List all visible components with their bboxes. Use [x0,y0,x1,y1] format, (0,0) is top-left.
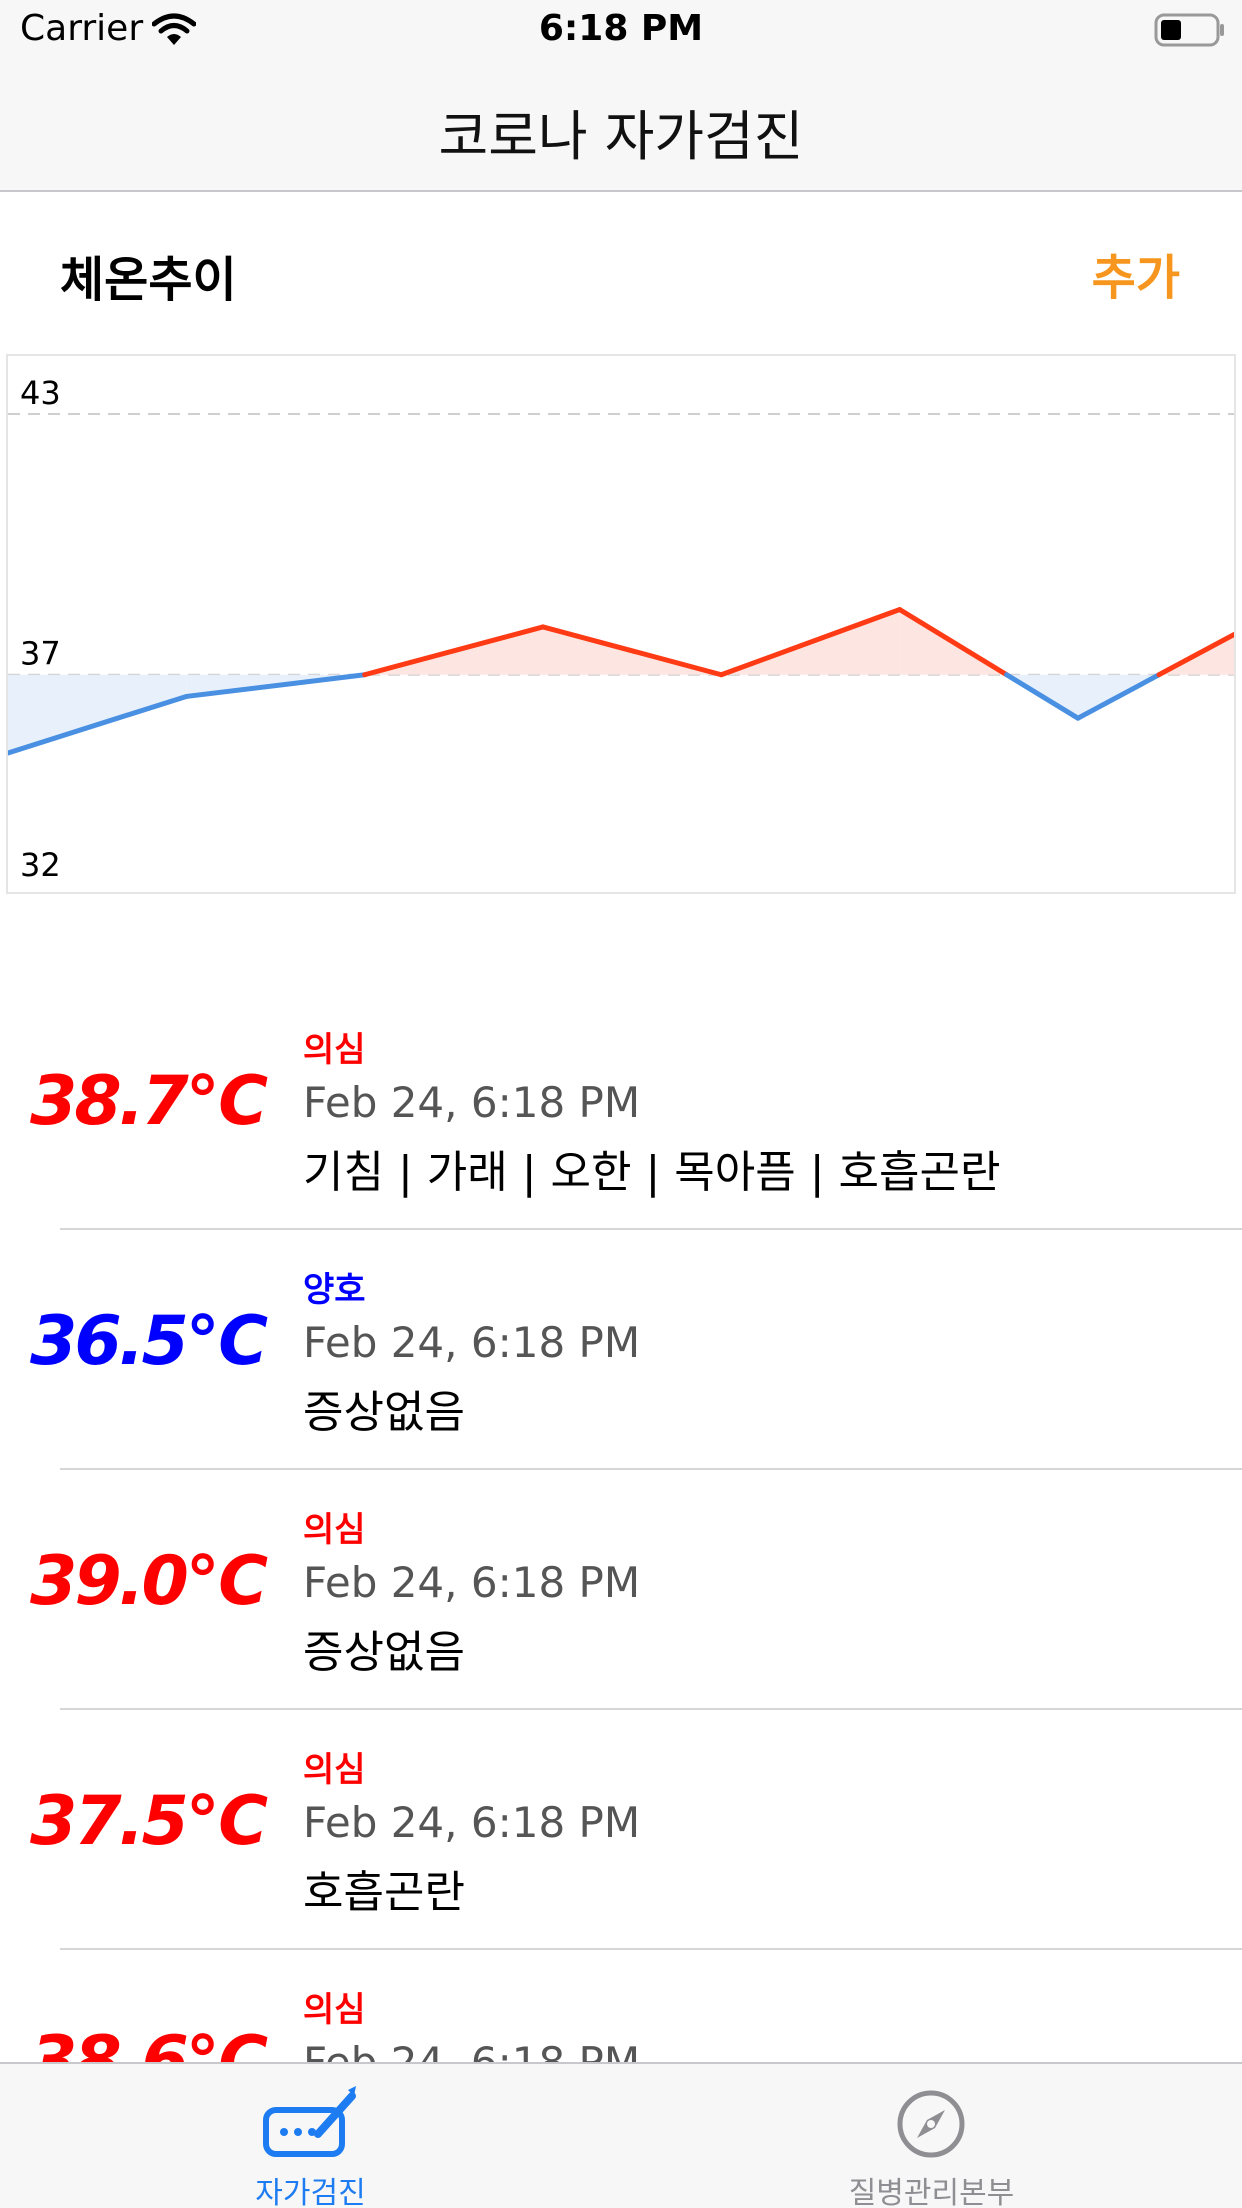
record-date: Feb 24, 6:18 PM [303,2038,640,2062]
battery-icon [1154,13,1224,47]
temperature-value: 36.5℃ [30,1302,268,1381]
record-date: Feb 24, 6:18 PM [303,1558,641,1607]
status-label: 의심 [303,1510,366,1550]
add-button[interactable]: 추가 [1092,238,1180,308]
symptoms-text: 기침 | 가래 | 오한 | 목아픔 | 호흡곤란 [303,1147,1001,1198]
tab-bar: 자가검진 질병관리본부 [0,2062,1242,2208]
symptoms-text: 증상없음 [303,1387,465,1438]
temperature-record-list[interactable]: 38.7℃ 의심 Feb 24, 6:18 PM 기침 | 가래 | 오한 | 목아픔… [0,990,1242,2062]
compass-icon [897,2090,965,2158]
status-label: 의심 [303,1750,366,1790]
tab-kcdc[interactable]: 질병관리본부 [621,2064,1242,2208]
temperature-value: 38.6℃ [30,2022,268,2062]
y-tick-label: 37 [20,635,61,673]
list-item[interactable]: 38.7℃ 의심 Feb 24, 6:18 PM 기침 | 가래 | 오한 | 목아픔… [0,990,1242,1230]
chart-section-title: 체온추이 [60,252,237,308]
status-label: 양호 [303,1270,366,1310]
temperature-chart-svg: 43 37 32 [8,374,1234,884]
navigation-bar: 코로나 자가검진 [0,62,1242,192]
status-label: 의심 [303,1990,366,2030]
record-date: Feb 24, 6:18 PM [303,1078,641,1127]
area-fill-0 [8,674,187,753]
list-item[interactable]: 38.6℃ 의심 Feb 24, 6:18 PM [0,1950,1242,2062]
self-check-icon [263,2086,356,2157]
record-date: Feb 24, 6:18 PM [303,1318,641,1367]
page-title: 코로나 자가검진 [438,105,804,168]
tab-kcdc-label: 질병관리본부 [848,2176,1015,2208]
list-item[interactable]: 36.5℃ 양호 Feb 24, 6:18 PM 증상없음 [0,1230,1242,1470]
temperature-value: 37.5℃ [30,1782,268,1861]
list-item[interactable]: 37.5℃ 의심 Feb 24, 6:18 PM 호흡곤란 [0,1710,1242,1950]
y-tick-label: 43 [20,374,61,412]
symptoms-text: 호흡곤란 [303,1867,465,1918]
list-item[interactable]: 39.0℃ 의심 Feb 24, 6:18 PM 증상없음 [0,1470,1242,1710]
status-label: 의심 [303,1030,366,1070]
temperature-value: 39.0℃ [30,1542,268,1621]
record-date: Feb 24, 6:18 PM [303,1798,641,1847]
tab-self-check[interactable]: 자가검진 [0,2064,621,2208]
temperature-chart: 43 37 32 [6,354,1236,894]
temperature-value: 38.7℃ [30,1062,268,1141]
symptoms-text: 증상없음 [303,1627,465,1678]
status-bar: Carrier 6:18 PM [0,0,1242,62]
clock: 6:18 PM [538,8,704,49]
tab-self-check-label: 자가검진 [255,2176,366,2208]
y-tick-label: 32 [20,846,61,884]
